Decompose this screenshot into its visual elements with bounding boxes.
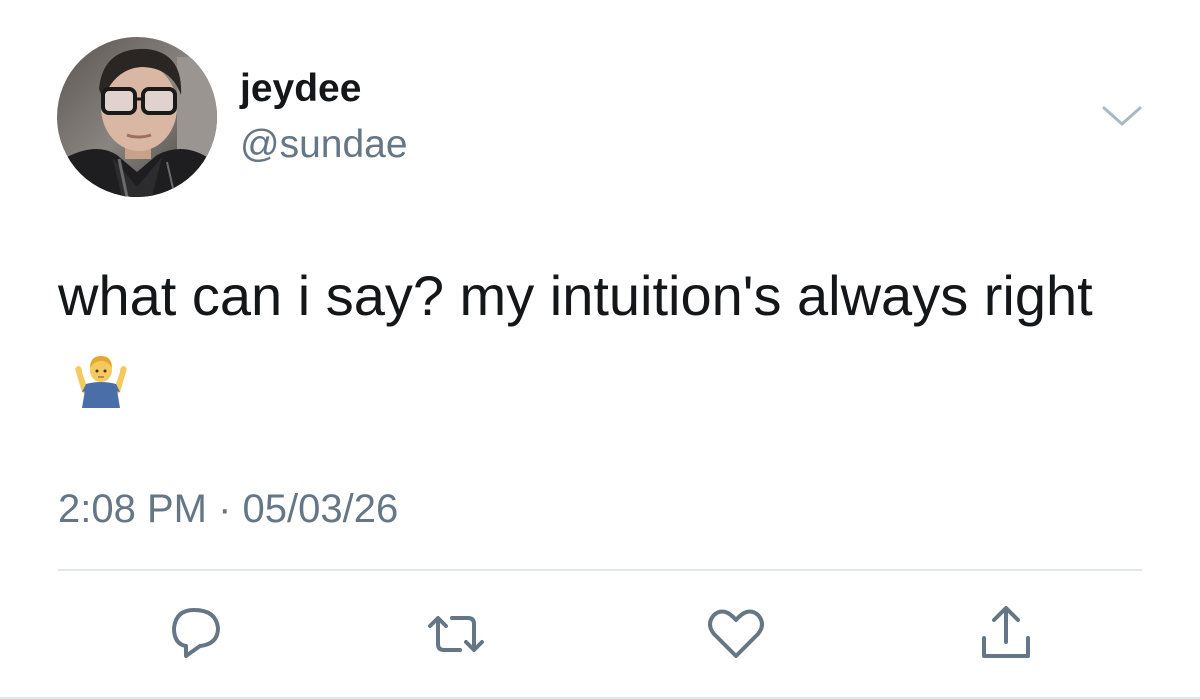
retweet-button[interactable]	[424, 602, 488, 666]
man-shrugging-emoji	[72, 345, 130, 432]
tweet-card: jeydee @sundae what can i say? my intuit…	[0, 0, 1200, 699]
reply-icon	[172, 608, 220, 658]
divider	[58, 569, 1142, 571]
tweet-timestamp[interactable]: 2:08 PM · 05/03/26	[58, 486, 398, 532]
retweet-icon	[428, 616, 484, 652]
like-button[interactable]	[704, 602, 768, 666]
reply-button[interactable]	[164, 602, 228, 666]
tweet-date: 05/03/26	[242, 487, 399, 531]
avatar[interactable]	[57, 37, 217, 197]
user-handle[interactable]: @sundae	[240, 122, 408, 168]
tweet-text: what can i say? my intuition's always ri…	[58, 252, 1158, 432]
timestamp-separator: ·	[218, 487, 232, 531]
tweet-time: 2:08 PM	[58, 487, 207, 531]
tweet-body: what can i say? my intuition's always ri…	[58, 264, 1093, 327]
action-bar	[0, 602, 1200, 666]
share-button[interactable]	[974, 602, 1038, 666]
chevron-down-icon[interactable]	[1100, 100, 1144, 130]
heart-icon	[708, 609, 764, 658]
share-icon	[982, 606, 1030, 658]
display-name[interactable]: jeydee	[240, 66, 361, 112]
avatar-image	[57, 37, 217, 197]
